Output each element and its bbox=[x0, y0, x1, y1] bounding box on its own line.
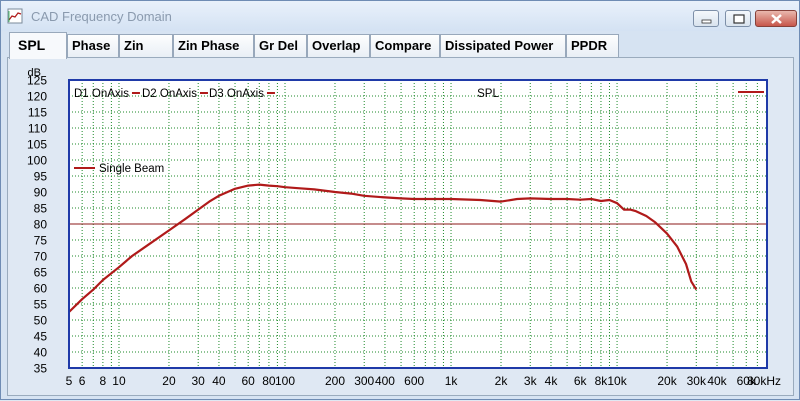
tab-dissipated-power[interactable]: Dissipated Power bbox=[440, 34, 566, 58]
tab-ppdr[interactable]: PPDR bbox=[566, 34, 619, 58]
title-bar[interactable]: CAD Frequency Domain bbox=[1, 1, 799, 31]
tab-zin[interactable]: Zin bbox=[119, 34, 173, 58]
tab-label: Dissipated Power bbox=[445, 38, 554, 53]
minimize-button[interactable] bbox=[693, 10, 719, 27]
minimize-icon bbox=[701, 19, 712, 24]
tab-label: Gr Del bbox=[259, 38, 299, 53]
tab-compare[interactable]: Compare bbox=[370, 34, 440, 58]
close-icon bbox=[771, 14, 782, 24]
app-icon bbox=[7, 8, 23, 24]
tab-phase[interactable]: Phase bbox=[67, 34, 119, 58]
tab-gr-del[interactable]: Gr Del bbox=[254, 34, 307, 58]
restore-icon bbox=[733, 14, 745, 24]
window-title: CAD Frequency Domain bbox=[31, 9, 172, 24]
tab-label: Zin Phase bbox=[178, 38, 240, 53]
restore-button[interactable] bbox=[725, 10, 751, 27]
tab-label: Overlap bbox=[312, 38, 361, 53]
spl-panel bbox=[7, 57, 794, 396]
tab-label: Phase bbox=[72, 38, 111, 53]
tab-label: PPDR bbox=[571, 38, 608, 53]
tab-overlap[interactable]: Overlap bbox=[307, 34, 370, 58]
tab-zin-phase[interactable]: Zin Phase bbox=[173, 34, 254, 58]
tab-label: Zin bbox=[124, 38, 144, 53]
tab-label: Compare bbox=[375, 38, 432, 53]
close-button[interactable] bbox=[755, 10, 797, 27]
tab-label: SPL bbox=[18, 37, 46, 53]
tab-spl[interactable]: SPL bbox=[9, 32, 67, 59]
cad-frequency-domain-window: CAD Frequency Domain SPL Phase Zin Zin P… bbox=[0, 0, 800, 400]
